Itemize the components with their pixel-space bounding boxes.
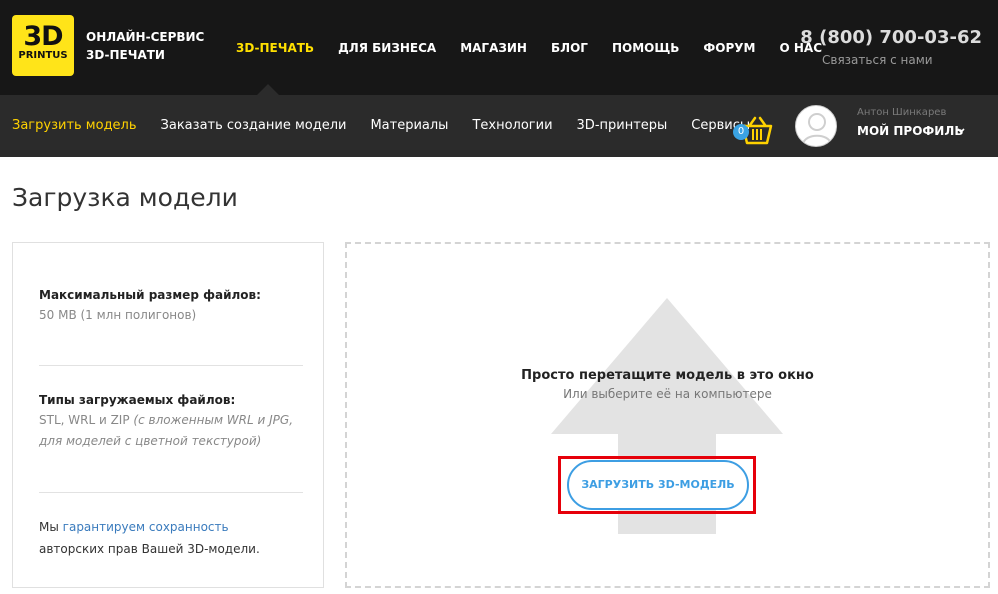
sub-nav-technologies[interactable]: Технологии <box>472 118 552 133</box>
dropzone-main-text: Просто перетащите модель в это окно <box>521 368 814 383</box>
main-nav-blog[interactable]: БЛОГ <box>551 41 588 55</box>
upload-3d-model-button[interactable]: ЗАГРУЗИТЬ 3D-МОДЕЛЬ <box>567 460 749 510</box>
chevron-down-icon[interactable] <box>956 126 966 136</box>
cart-count-badge: 0 <box>733 124 749 140</box>
logo-3d-text: 3D <box>23 21 63 52</box>
avatar[interactable] <box>795 105 837 147</box>
copyright-suffix: авторских прав Вашей 3D-модели. <box>39 542 260 556</box>
main-nav-forum[interactable]: ФОРУМ <box>703 41 755 55</box>
file-types-list: STL, WRL и ZIP <box>39 413 130 427</box>
profile-link[interactable]: МОЙ ПРОФИЛЬ <box>857 124 963 138</box>
divider <box>39 365 303 366</box>
user-name: Антон Шинкарев <box>857 107 947 118</box>
service-line1: ОНЛАЙН-СЕРВИС <box>86 30 205 44</box>
file-types-block: Типы загружаемых файлов: STL, WRL и ZIP … <box>39 390 303 452</box>
main-nav-3d-printing[interactable]: 3D-ПЕЧАТЬ <box>236 41 314 55</box>
service-line2: 3D-ПЕЧАТИ <box>86 48 165 62</box>
active-nav-pointer <box>257 84 279 95</box>
service-tagline: ОНЛАЙН-СЕРВИС 3D-ПЕЧАТИ <box>86 28 204 64</box>
dropzone-sub-text: Или выберите её на компьютере <box>563 387 772 401</box>
copyright-prefix: Мы <box>39 520 59 534</box>
max-size-value: 50 MB (1 млн полигонов) <box>39 308 197 322</box>
main-nav: 3D-ПЕЧАТЬ ДЛЯ БИЗНЕСА МАГАЗИН БЛОГ ПОМОЩ… <box>236 41 846 55</box>
main-nav-business[interactable]: ДЛЯ БИЗНЕСА <box>338 41 436 55</box>
logo[interactable]: 3D PRINTUS <box>12 15 74 76</box>
copyright-block: Мы гарантируем сохранность авторских прав… <box>39 516 303 560</box>
max-size-block: Максимальный размер файлов: 50 MB (1 млн… <box>39 285 303 326</box>
divider <box>39 492 303 493</box>
sub-nav: Загрузить модель Заказать создание модел… <box>12 118 774 133</box>
sub-nav-upload-model[interactable]: Загрузить модель <box>12 118 137 133</box>
sub-nav-3d-printers[interactable]: 3D-принтеры <box>577 118 668 133</box>
page-title: Загрузка модели <box>12 183 238 212</box>
phone-number[interactable]: 8 (800) 700-03-62 <box>800 27 982 48</box>
main-nav-help[interactable]: ПОМОЩЬ <box>612 41 679 55</box>
copyright-text: Мы гарантируем сохранность авторских прав… <box>39 516 303 560</box>
upload-info-panel: Максимальный размер файлов: 50 MB (1 млн… <box>12 242 324 588</box>
max-size-heading: Максимальный размер файлов: <box>39 288 261 302</box>
guarantee-link[interactable]: гарантируем сохранность <box>63 520 229 534</box>
user-placeholder-icon <box>802 113 832 145</box>
logo-printus-text: PRINTUS <box>18 50 68 61</box>
sub-nav-materials[interactable]: Материалы <box>370 118 448 133</box>
file-types-value: STL, WRL и ZIP (с вложенным WRL и JPG, д… <box>39 410 303 452</box>
sub-nav-order-model[interactable]: Заказать создание модели <box>161 118 347 133</box>
contact-link[interactable]: Связаться с нами <box>822 53 933 67</box>
file-types-heading: Типы загружаемых файлов: <box>39 393 236 407</box>
main-nav-shop[interactable]: МАГАЗИН <box>460 41 527 55</box>
